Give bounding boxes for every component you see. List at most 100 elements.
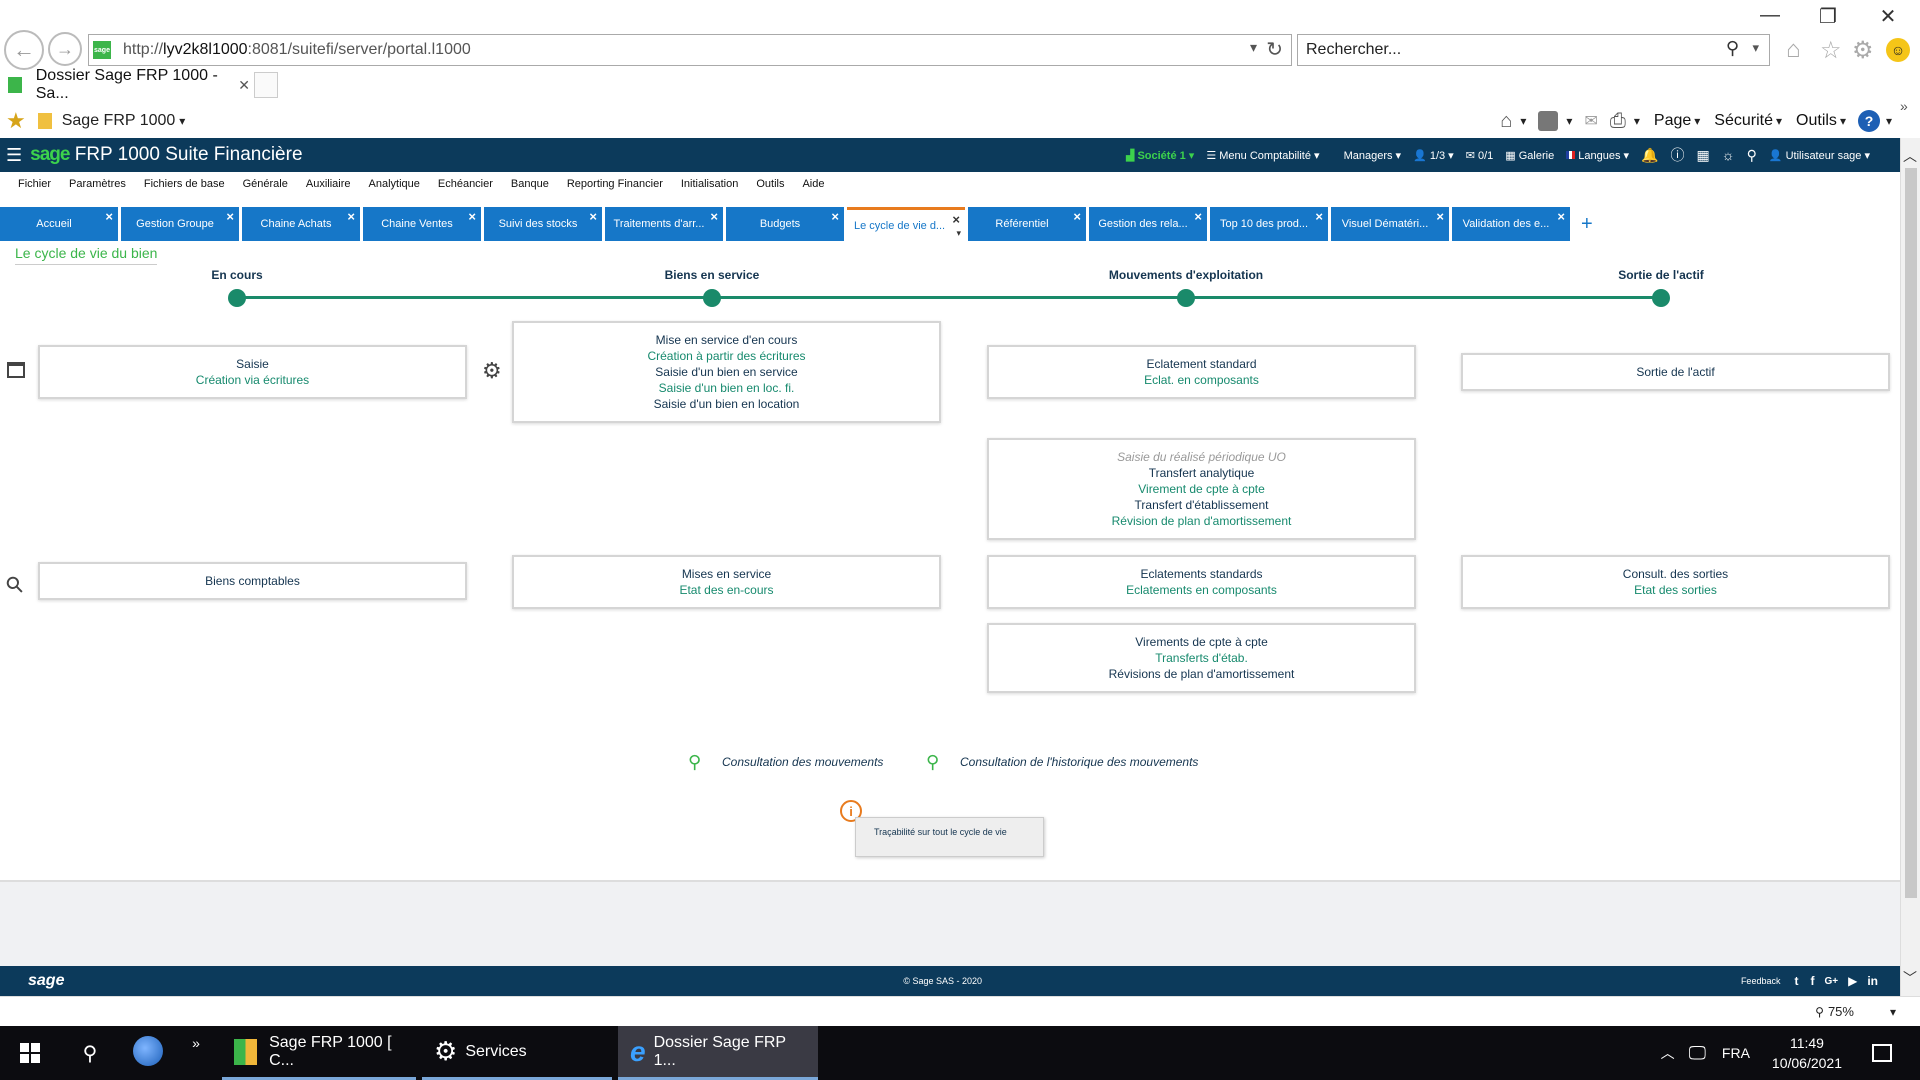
link-eclatement-standard[interactable]: Eclatement standard <box>1146 356 1256 372</box>
tab-suivi-stocks[interactable]: Suivi des stocks × <box>484 207 602 241</box>
menu-aide[interactable]: Aide <box>802 178 824 190</box>
tab-budgets[interactable]: Budgets × <box>726 207 844 241</box>
close-icon[interactable]: × <box>1194 209 1202 224</box>
tray-clock[interactable]: 11:49 10/06/2021 <box>1772 1033 1842 1073</box>
menu-echeancier[interactable]: Echéancier <box>438 178 493 190</box>
tab-visuel-demat[interactable]: Visuel Dématéri... × <box>1331 207 1449 241</box>
overflow-chevron-icon[interactable]: » <box>1900 98 1908 114</box>
new-tab-button[interactable] <box>254 72 278 98</box>
zoom-level[interactable]: 75% <box>1828 1004 1854 1019</box>
users-counter[interactable]: 👤 1/3 ▾ <box>1413 149 1454 162</box>
favorite-link[interactable]: Sage FRP 1000 <box>62 112 176 130</box>
search-icon[interactable]: ⚲ <box>0 570 30 600</box>
close-icon[interactable]: × <box>1315 209 1323 224</box>
link-revisions-plan[interactable]: Révisions de plan d'amortissement <box>1109 666 1295 682</box>
link-virements-cpte[interactable]: Virements de cpte à cpte <box>1135 634 1268 650</box>
header-search-icon[interactable]: ⚲ <box>1747 147 1757 164</box>
tab-close-icon[interactable]: ✕ <box>238 77 250 94</box>
mail-counter[interactable]: ✉ 0/1 <box>1466 149 1494 162</box>
link-etat-encours[interactable]: Etat des en-cours <box>679 582 773 598</box>
menu-fichiers-base[interactable]: Fichiers de base <box>144 178 225 190</box>
tab-gestion-relations[interactable]: Gestion des rela... × <box>1089 207 1207 241</box>
add-tab-icon[interactable]: + <box>1581 213 1593 236</box>
smiley-feedback-icon[interactable]: ☺ <box>1886 38 1910 62</box>
user-menu[interactable]: 👤 Utilisateur sage ▾ <box>1769 149 1870 162</box>
favorites-center-icon[interactable]: ★ <box>6 108 26 134</box>
tab-accueil[interactable]: Accueil × <box>0 207 118 241</box>
taskbar-overflow-icon[interactable]: » <box>176 1035 216 1051</box>
network-globe-icon[interactable] <box>120 1035 176 1071</box>
close-icon[interactable]: × <box>226 209 234 224</box>
chevron-down-icon[interactable]: ▾ <box>179 114 185 128</box>
calendar-icon[interactable]: ▦ <box>1697 147 1710 164</box>
minimize-icon[interactable]: — <box>1742 4 1798 27</box>
help-icon[interactable]: ? <box>1857 110 1880 132</box>
googleplus-icon[interactable]: G+ <box>1824 976 1838 987</box>
settings-gear-icon[interactable]: ⚙ <box>1852 36 1874 65</box>
chevron-down-icon[interactable]: ▾ <box>956 228 961 239</box>
link-transfert-analytique[interactable]: Transfert analytique <box>1149 465 1255 481</box>
notifications-icon[interactable] <box>1872 1044 1892 1062</box>
link-saisie-bien-locfi[interactable]: Saisie d'un bien en loc. fi. <box>659 380 795 396</box>
window-icon[interactable] <box>7 362 25 378</box>
link-creation-partir-ecritures[interactable]: Création à partir des écritures <box>647 348 805 364</box>
scroll-up-icon[interactable]: ︿ <box>1903 146 1917 166</box>
menu-analytique[interactable]: Analytique <box>369 178 420 190</box>
lightbulb-icon[interactable]: ☼ <box>1722 147 1735 163</box>
chevron-down-icon[interactable]: ▾ <box>1566 114 1572 128</box>
youtube-icon[interactable]: ▶ <box>1848 974 1857 988</box>
taskbar-app-sage[interactable]: Sage FRP 1000 [ C... <box>222 1026 416 1080</box>
close-icon[interactable]: × <box>1557 209 1565 224</box>
refresh-icon[interactable]: ↻ <box>1266 37 1283 62</box>
link-virement-cpte[interactable]: Virement de cpte à cpte <box>1138 481 1265 497</box>
address-dropdown-icon[interactable]: ▾ <box>1250 39 1257 56</box>
scroll-thumb[interactable] <box>1905 168 1917 898</box>
tools-menu[interactable]: Outils <box>1796 112 1837 130</box>
home-cmd-icon[interactable]: ⌂ <box>1500 110 1512 133</box>
company-selector[interactable]: ▟ Société 1 ▾ <box>1126 149 1194 162</box>
bell-icon[interactable]: 🔔 <box>1641 147 1658 164</box>
start-button[interactable] <box>0 1026 60 1080</box>
search-icon[interactable]: ⚲ <box>1726 38 1739 59</box>
restore-icon[interactable]: ❐ <box>1800 4 1856 29</box>
rss-feed-icon[interactable] <box>1538 111 1559 131</box>
close-icon[interactable]: × <box>347 209 355 224</box>
taskbar-app-ie[interactable]: e Dossier Sage FRP 1... <box>618 1026 818 1080</box>
managers-menu[interactable]: Managers ▾ <box>1344 149 1402 162</box>
search-input[interactable]: Rechercher... ⚲ ▾ <box>1297 34 1770 66</box>
tray-chevron-icon[interactable]: ︿ <box>1661 1043 1675 1063</box>
hamburger-menu-icon[interactable]: ☰ <box>6 145 22 166</box>
address-bar[interactable]: sage http://lyv2k8l1000:8081/suitefi/ser… <box>88 34 1292 66</box>
vertical-scrollbar[interactable]: ︿ ﹀ <box>1900 138 1920 996</box>
close-icon[interactable]: × <box>1073 209 1081 224</box>
page-menu[interactable]: Page <box>1654 112 1691 130</box>
gallery-button[interactable]: ▦ Galerie <box>1505 149 1554 162</box>
close-icon[interactable]: × <box>468 209 476 224</box>
tray-network-icon[interactable]: 🖵 <box>1689 1043 1706 1064</box>
twitter-icon[interactable]: t <box>1794 974 1798 988</box>
taskbar-search-icon[interactable]: ⚲ <box>60 1041 120 1066</box>
taskbar-app-services[interactable]: ⚙ Services <box>422 1026 612 1080</box>
link-saisie-bien-location[interactable]: Saisie d'un bien en location <box>654 396 800 412</box>
gear-icon[interactable]: ⚙ <box>482 358 502 384</box>
link-eclatements-composants[interactable]: Eclatements en composants <box>1126 582 1277 598</box>
menu-initialisation[interactable]: Initialisation <box>681 178 738 190</box>
menu-fichier[interactable]: Fichier <box>18 178 51 190</box>
security-menu[interactable]: Sécurité <box>1714 112 1773 130</box>
link-revision-plan[interactable]: Révision de plan d'amortissement <box>1112 513 1292 529</box>
tab-top10[interactable]: Top 10 des prod... × <box>1210 207 1328 241</box>
forward-icon[interactable]: → <box>48 32 82 66</box>
search-dropdown-icon[interactable]: ▾ <box>1752 40 1759 56</box>
tab-cycle-vie[interactable]: Le cycle de vie d... × ▾ <box>847 207 965 241</box>
menu-generale[interactable]: Générale <box>243 178 288 190</box>
link-eclat-composants[interactable]: Eclat. en composants <box>1144 372 1259 388</box>
tab-referentiel[interactable]: Référentiel × <box>968 207 1086 241</box>
link-transfert-etab[interactable]: Transfert d'établissement <box>1135 497 1269 513</box>
scroll-down-icon[interactable]: ﹀ <box>1903 968 1917 988</box>
consult-historique-link[interactable]: ⚲ Consultation de l'historique des mouve… <box>926 753 1198 771</box>
print-icon[interactable]: ⎙ <box>1610 110 1626 133</box>
link-eclatements-standards[interactable]: Eclatements standards <box>1140 566 1262 582</box>
consult-mouvements-link[interactable]: ⚲ Consultation des mouvements <box>688 753 883 771</box>
menu-auxiliaire[interactable]: Auxiliaire <box>306 178 351 190</box>
tab-gestion-groupe[interactable]: Gestion Groupe × <box>121 207 239 241</box>
